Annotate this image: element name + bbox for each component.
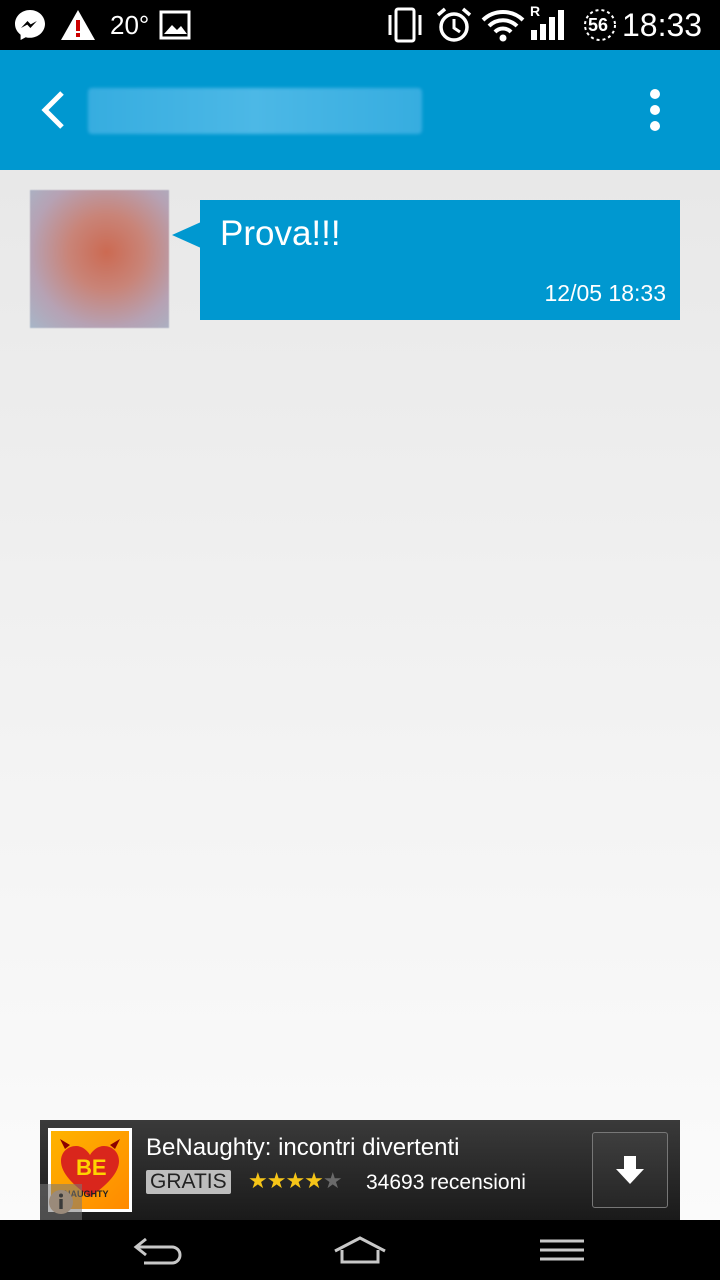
contact-name-redacted <box>88 88 422 134</box>
message-bubble[interactable]: Prova!!! 12/05 18:33 <box>200 200 680 320</box>
back-nav-icon <box>133 1237 182 1265</box>
back-button[interactable] <box>28 84 78 136</box>
ad-price-badge: GRATIS <box>146 1170 231 1194</box>
overflow-menu-icon <box>650 89 660 99</box>
status-bar: 20° R 56 18:33 <box>0 0 720 50</box>
alarm-icon <box>434 7 474 42</box>
messenger-icon <box>12 8 48 42</box>
chevron-left-icon <box>41 91 64 129</box>
ad-download-button[interactable] <box>592 1132 668 1208</box>
ad-banner[interactable]: BE NAUGHTY BeNaughty: incontri divertent… <box>40 1120 680 1220</box>
ad-info-button[interactable] <box>40 1184 82 1220</box>
nav-recents-button[interactable] <box>522 1230 602 1270</box>
temperature-text: 20° <box>110 10 150 40</box>
clock-text: 18:33 <box>622 7 703 43</box>
battery-level-text: 56 <box>588 15 609 35</box>
nav-home-button[interactable] <box>320 1230 400 1270</box>
message-text: Prova!!! <box>220 214 341 253</box>
conversation-area[interactable]: Prova!!! 12/05 18:33 <box>0 170 720 1220</box>
info-icon <box>49 1190 73 1214</box>
ad-logo-text-top: BE <box>76 1155 107 1180</box>
message-timestamp: 12/05 18:33 <box>544 280 666 306</box>
avatar[interactable] <box>30 190 169 328</box>
ad-title: BeNaughty: incontri divertenti <box>146 1134 460 1161</box>
signal-icon <box>528 8 570 42</box>
app-bar <box>0 50 720 170</box>
wifi-icon <box>480 8 526 42</box>
warning-icon <box>58 8 98 42</box>
image-icon <box>158 8 192 42</box>
ad-rating-stars: ★★★★★ <box>248 1168 343 1193</box>
overflow-menu-button[interactable] <box>630 80 680 140</box>
navigation-bar <box>0 1220 720 1280</box>
nav-back-button[interactable] <box>118 1230 198 1270</box>
recents-nav-icon <box>540 1239 584 1261</box>
bubble-tail <box>172 222 201 248</box>
ad-reviews-count: 34693 recensioni <box>366 1171 526 1194</box>
vibrate-icon <box>386 7 426 43</box>
home-nav-icon <box>334 1236 386 1264</box>
download-arrow-icon <box>616 1156 644 1184</box>
